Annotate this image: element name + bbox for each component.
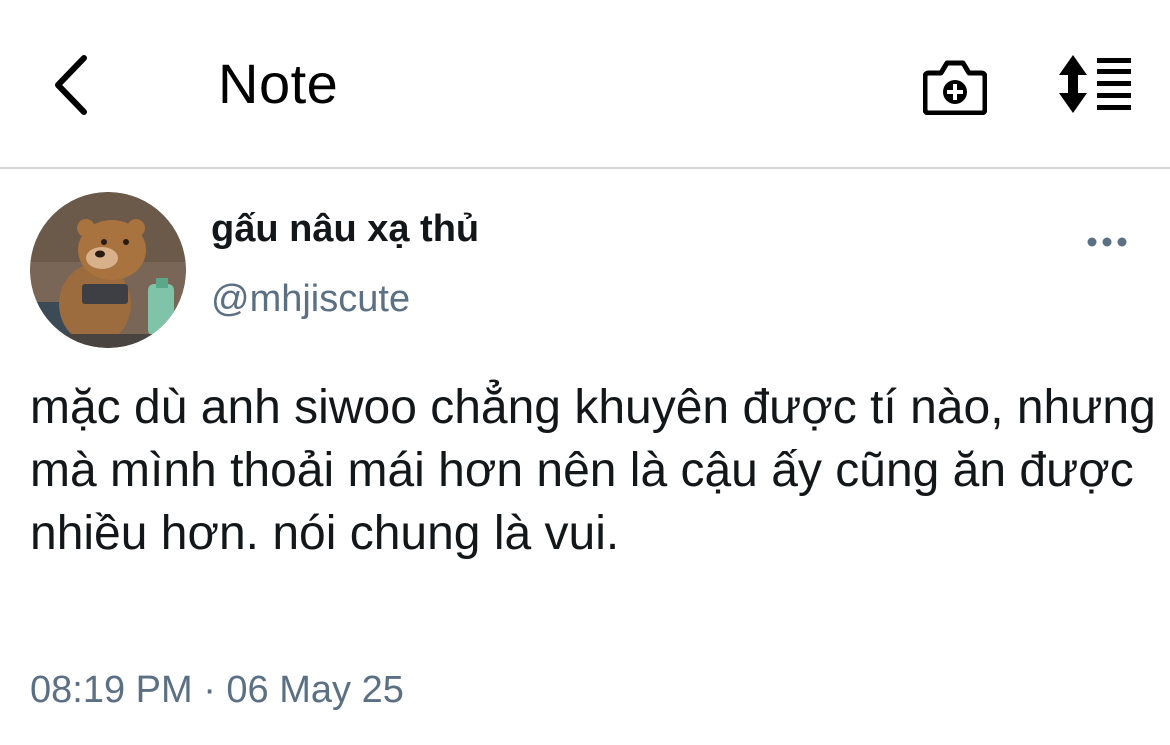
avatar[interactable] <box>30 192 186 348</box>
tweet-timestamp: 08:19 PM · 06 May 25 <box>30 669 404 711</box>
back-button[interactable] <box>40 50 100 120</box>
display-name[interactable]: gấu nâu xạ thủ <box>211 206 479 252</box>
more-options-button[interactable] <box>1082 222 1132 262</box>
tweet-text: mặc dù anh siwoo chẳng khuyên được tí nà… <box>30 381 1156 560</box>
sort-list-icon <box>1059 55 1131 113</box>
user-handle[interactable]: @mhjiscute <box>211 276 410 322</box>
more-dots-icon <box>1087 237 1127 247</box>
sort-button[interactable] <box>1052 48 1142 120</box>
camera-button[interactable] <box>918 50 992 120</box>
chevron-left-icon <box>55 55 87 115</box>
camera-add-icon <box>923 60 987 115</box>
page-title: Note <box>218 52 339 115</box>
top-bar: Note <box>0 0 1170 169</box>
brown-bear-avatar-icon <box>30 192 186 348</box>
